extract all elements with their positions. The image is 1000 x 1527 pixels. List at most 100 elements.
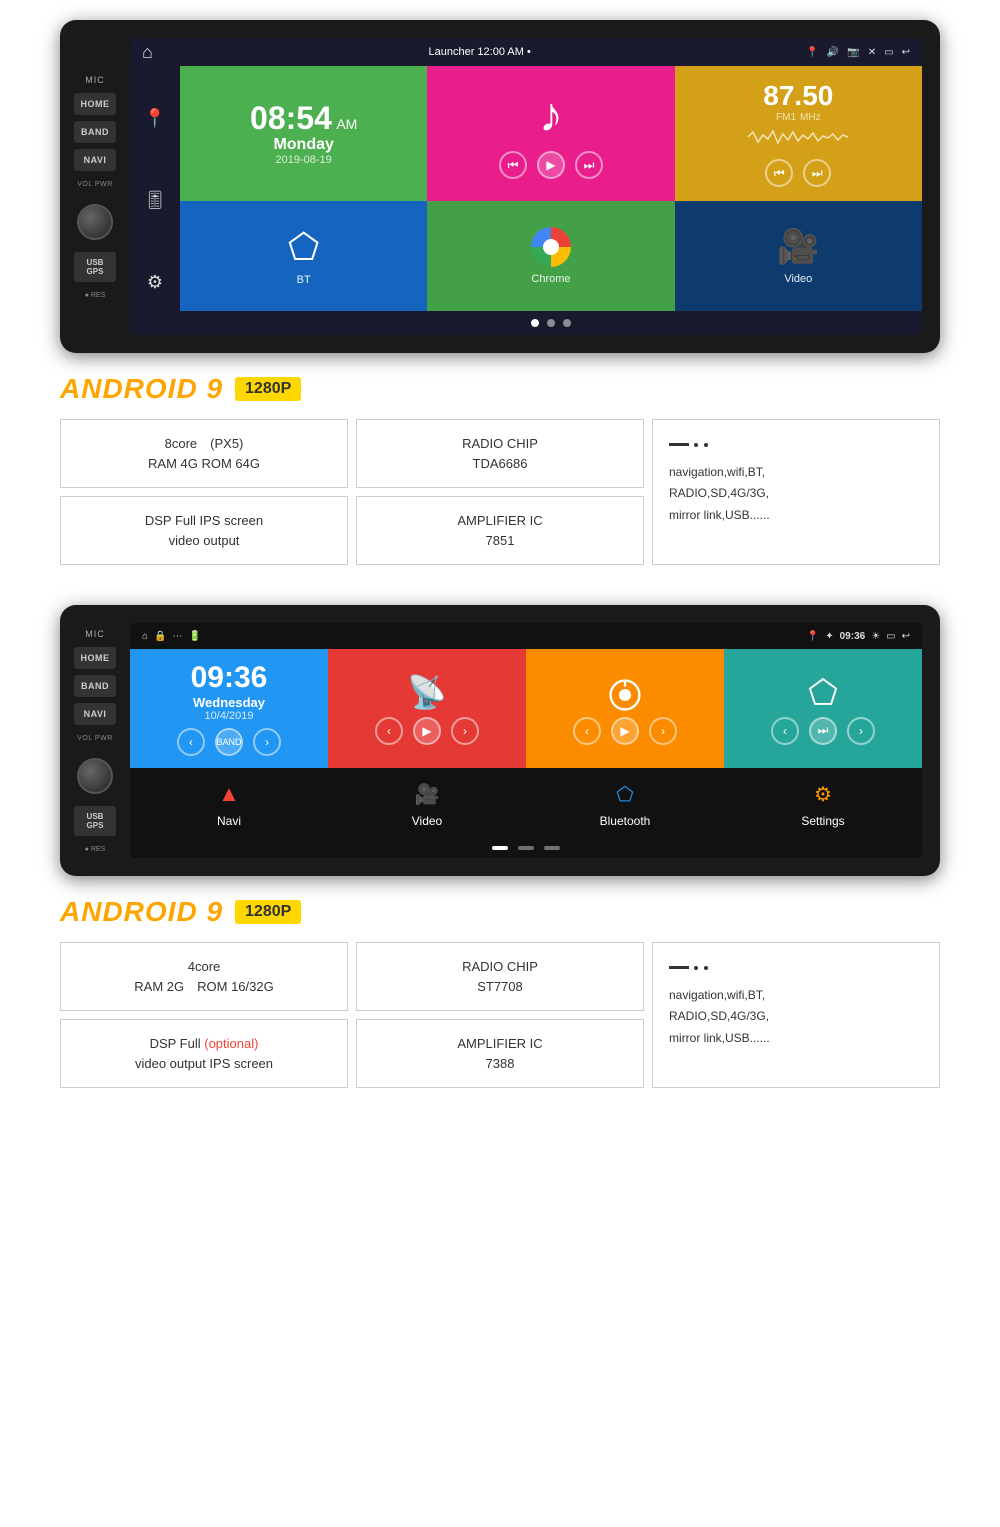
video-tile1[interactable]: 🎥 Video [675, 201, 922, 311]
radio-band1: FM1 [776, 112, 796, 123]
device2-left-panel: MIC HOME BAND NAVI VOL PWR USBGPS ● RES [60, 629, 130, 853]
cpu-ram-box1: 8core (PX5)RAM 4G ROM 64G [60, 419, 348, 488]
status-bar2: ⌂ 🔒 ⋯ 🔋 📍 ✦ 09:36 ☀ ▭ ↩ [130, 623, 922, 649]
bt-skip2[interactable]: ⏭ [809, 717, 837, 745]
window-icon1: ▭ [884, 47, 893, 58]
eq-next2[interactable]: › [649, 717, 677, 745]
radio-play2[interactable]: ▶ [413, 717, 441, 745]
bt-prev2[interactable]: ‹ [771, 717, 799, 745]
device1-section: MIC HOME BAND NAVI VOL PWR USBGPS ● RES … [0, 0, 1000, 363]
usb-gps1-button[interactable]: USBGPS [74, 252, 116, 282]
band2-button[interactable]: BAND [74, 675, 116, 697]
radio-tile1[interactable]: 87.50 FM1 MHz ⏮ [675, 66, 922, 201]
bt-app-icon2: ⬠ [609, 778, 641, 810]
bt-status-icon2: ✦ [825, 631, 833, 642]
amplifier-text2: AMPLIFIER IC7388 [457, 1036, 542, 1071]
home-tiles1: 08:54 AM Monday 2019-08-19 ♪ ⏮ ▶ [180, 66, 922, 311]
radio-next2[interactable]: › [451, 717, 479, 745]
bt-app2[interactable]: ⬠ Bluetooth [526, 768, 724, 838]
settings-sidebar-icon[interactable]: ⚙ [147, 272, 163, 293]
video-label1: Video [784, 273, 812, 285]
date-display1: 2019-08-19 [276, 154, 332, 166]
dot-row1 [180, 311, 922, 335]
bt-next2[interactable]: › [847, 717, 875, 745]
features-text2: navigation,wifi,BT, RADIO,SD,4G/3G, mirr… [669, 985, 923, 1050]
bt-tile1[interactable]: ⬠ BT [180, 201, 427, 311]
radio-prev1[interactable]: ⏮ [765, 159, 793, 187]
bt-icon1: ⬠ [288, 226, 319, 268]
home-icon2: ⌂ [142, 631, 148, 642]
bottom-app-row2: ▲ Navi 🎥 Video ⬠ Bluetooth [130, 768, 922, 838]
band1-button[interactable]: BAND [74, 121, 116, 143]
home1-button[interactable]: HOME [74, 93, 116, 115]
time-tile1[interactable]: 08:54 AM Monday 2019-08-19 [180, 66, 427, 201]
radio-freq1: 87.50 [763, 80, 833, 112]
location-icon1: 📍 [806, 47, 818, 58]
equalizer-sidebar-icon[interactable]: 🎚 [144, 190, 167, 211]
video-app2[interactable]: 🎥 Video [328, 768, 526, 838]
volume-knob1[interactable] [77, 204, 113, 240]
window-icon2: ▭ [886, 631, 895, 642]
eq-icon2 [600, 673, 650, 713]
battery-icon2: 🔋 [189, 631, 201, 642]
play-btn1[interactable]: ▶ [537, 151, 565, 179]
android-title1: ANDROID 9 [60, 373, 223, 405]
radio-prev2[interactable]: ‹ [375, 717, 403, 745]
time-status2: 09:36 [840, 631, 866, 642]
device2-screen: ⌂ 🔒 ⋯ 🔋 📍 ✦ 09:36 ☀ ▭ ↩ [130, 623, 922, 858]
radio-chip-text2: RADIO CHIPST7708 [462, 959, 538, 994]
navi2-button[interactable]: NAVI [74, 703, 116, 725]
video-icon1: 🎥 [777, 227, 819, 267]
location-sidebar-icon[interactable]: 📍 [144, 108, 166, 129]
navi-app2[interactable]: ▲ Navi [130, 768, 328, 838]
band-label2[interactable]: BAND [215, 728, 243, 756]
spec1-section: ANDROID 9 1280P 8core (PX5)RAM 4G ROM 64… [0, 363, 1000, 585]
volume-knob2[interactable] [77, 758, 113, 794]
radio-controls1: ⏮ ⏭ [765, 159, 831, 187]
time-tile2[interactable]: 09:36 Wednesday 10/4/2019 ‹ BAND › [130, 649, 328, 768]
chrome-label1: Chrome [531, 273, 570, 285]
bt-label1: BT [297, 274, 311, 286]
screen-sidebar1: 📍 🎚 ⚙ [130, 66, 180, 335]
radio-tile2[interactable]: 📡 ‹ ▶ › [328, 649, 526, 768]
prev-band2[interactable]: ‹ [177, 728, 205, 756]
time-controls2: ‹ BAND › [177, 728, 281, 756]
music-tile1[interactable]: ♪ ⏮ ▶ ⏭ [427, 66, 674, 201]
amplifier-box2: AMPLIFIER IC7388 [356, 1019, 644, 1088]
eq-prev2[interactable]: ‹ [573, 717, 601, 745]
mic2-label: MIC [85, 629, 105, 639]
next-band2[interactable]: › [253, 728, 281, 756]
settings-app2[interactable]: ⚙ Settings [724, 768, 922, 838]
dot1-3 [563, 319, 571, 327]
knob2-container [77, 758, 113, 794]
launcher-text1: Launcher 12:00 AM • [428, 46, 530, 58]
eq-tile2[interactable]: ‹ ▶ › [526, 649, 724, 768]
res2-label: ● RES [85, 846, 106, 853]
status-bar2-left: ⌂ 🔒 ⋯ 🔋 [142, 631, 201, 642]
eq-play2[interactable]: ▶ [611, 717, 639, 745]
home2-button[interactable]: HOME [74, 647, 116, 669]
android-badge-row1: ANDROID 9 1280P [60, 373, 940, 405]
chrome-tile1[interactable]: Chrome [427, 201, 674, 311]
bt-tile2[interactable]: ⬠ ‹ ⏭ › [724, 649, 922, 768]
next-btn1[interactable]: ⏭ [575, 151, 603, 179]
navi1-button[interactable]: NAVI [74, 149, 116, 171]
device1-left-panel: MIC HOME BAND NAVI VOL PWR USBGPS ● RES [60, 75, 130, 299]
chrome-icon1 [531, 227, 571, 267]
navi-icon2: ▲ [213, 778, 245, 810]
back-icon2: ↩ [902, 631, 910, 642]
prev-btn1[interactable]: ⏮ [499, 151, 527, 179]
dsp-box1: DSP Full IPS screenvideo output [60, 496, 348, 565]
usb-gps2-button[interactable]: USBGPS [74, 806, 116, 836]
radio-next1[interactable]: ⏭ [803, 159, 831, 187]
amplifier-text1: AMPLIFIER IC7851 [457, 513, 542, 548]
video-app-label2: Video [412, 814, 442, 828]
radio-waveform1 [707, 127, 889, 147]
device1-outer: MIC HOME BAND NAVI VOL PWR USBGPS ● RES … [60, 20, 940, 353]
bt-controls2: ‹ ⏭ › [771, 717, 875, 745]
cpu-ram-box2: 4coreRAM 2G ROM 16/32G [60, 942, 348, 1011]
vol-pwr2-label: VOL PWR [77, 735, 113, 742]
cpu-ram-text2: 4coreRAM 2G ROM 16/32G [134, 959, 273, 994]
date-display2: 10/4/2019 [205, 710, 254, 722]
amplifier-box1: AMPLIFIER IC7851 [356, 496, 644, 565]
